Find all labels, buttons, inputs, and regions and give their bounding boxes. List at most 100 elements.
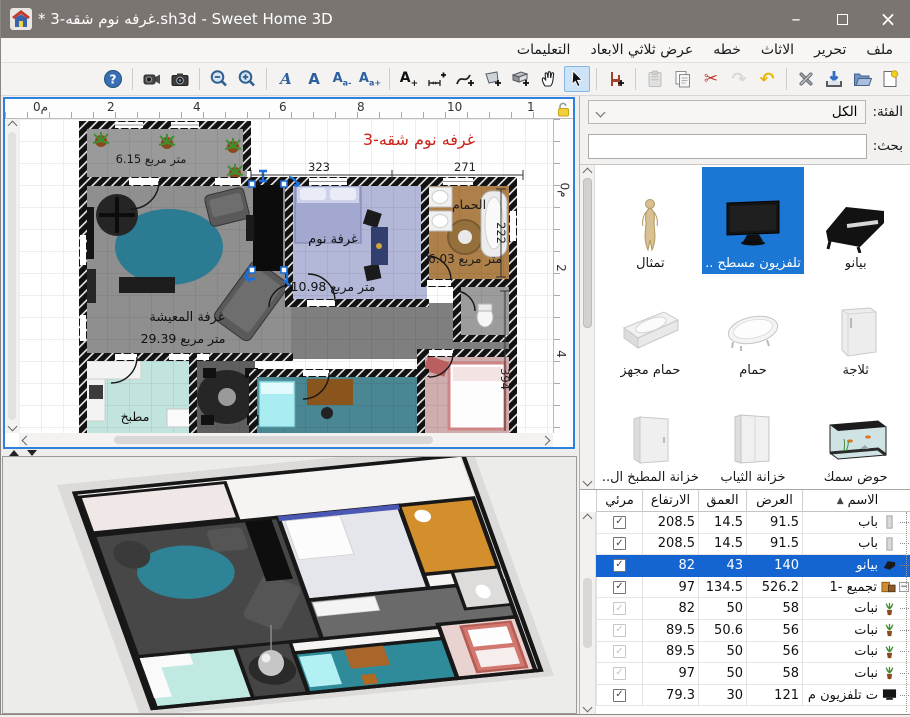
- visible-checkbox[interactable]: ✓: [613, 516, 626, 529]
- scroll-down-icon[interactable]: [7, 422, 17, 432]
- toolbar-open-button[interactable]: [849, 66, 875, 92]
- menu-edit[interactable]: تحرير: [804, 40, 856, 60]
- toolbar-preferences-button[interactable]: [793, 66, 819, 92]
- bedroom-label[interactable]: غرفة نوم: [308, 232, 358, 247]
- scroll-thumb[interactable]: [583, 178, 592, 328]
- catalog-item-wardrobe[interactable]: خزانة الثياب: [702, 381, 805, 488]
- collapse-down-icon[interactable]: [27, 450, 37, 456]
- menu-furniture[interactable]: الاثاث: [751, 40, 804, 60]
- visible-checkbox[interactable]: ✓: [613, 667, 626, 680]
- column-header-visible[interactable]: مرئي: [596, 490, 642, 512]
- visible-checkbox[interactable]: ✓: [613, 602, 626, 615]
- toolbar-help-button[interactable]: ?: [100, 66, 126, 92]
- toolbar-create-walls-button[interactable]: [508, 66, 534, 92]
- toolbar-create-polylines-button[interactable]: [452, 66, 478, 92]
- split-pane-divider[interactable]: [1, 449, 578, 456]
- furniture-row[interactable]: ✓825058نبات: [596, 598, 910, 620]
- living-area-label[interactable]: 29.39 متر مربع: [141, 331, 226, 347]
- living-room-label[interactable]: غرفة المعيشة: [149, 310, 224, 325]
- toolbar-create-video-button[interactable]: [139, 66, 165, 92]
- toolbar-increase-text-size-button[interactable]: Aa+: [357, 66, 383, 92]
- furniture-row[interactable]: ✓89.550.656نبات: [596, 620, 910, 642]
- scroll-right-icon[interactable]: [541, 435, 551, 445]
- toolbar-undo-button[interactable]: ↶: [754, 66, 780, 92]
- furniture-row[interactable]: ✓975058نبات: [596, 663, 910, 685]
- toolbar-pan-button[interactable]: [536, 66, 562, 92]
- visible-checkbox[interactable]: ✓: [613, 624, 626, 637]
- toolbar-create-rooms-button[interactable]: [480, 66, 506, 92]
- plan-view[interactable]: م02468101 م024: [3, 97, 575, 449]
- scroll-left-icon[interactable]: [22, 435, 32, 445]
- toolbar-add-text-button[interactable]: A+: [396, 66, 422, 92]
- menu-3d-view[interactable]: عرض ثلاثي الابعاد: [580, 40, 703, 60]
- toolbar-italic-button[interactable]: A: [273, 66, 299, 92]
- plan-vertical-scrollbar[interactable]: [5, 119, 19, 433]
- scroll-thumb[interactable]: [8, 132, 16, 420]
- plan-canvas[interactable]: 3-غرفه نوم شقه 323 271 222 394 6.15 متر …: [19, 119, 553, 433]
- collapse-up-icon[interactable]: [9, 450, 19, 456]
- catalog-item-tv[interactable]: تلفزيون مسطح ..: [702, 167, 805, 274]
- furniture-row[interactable]: ✓89.55056نبات: [596, 642, 910, 664]
- menu-help[interactable]: التعليمات: [507, 40, 581, 60]
- catalog-item-kitchen-cabinet[interactable]: خزانة المطبخ ال..: [599, 381, 702, 488]
- bedroom-area-label[interactable]: 10.98 متر مربع: [291, 279, 376, 295]
- balcony-area-label[interactable]: 6.15 متر مربع: [116, 152, 187, 167]
- bathroom-label[interactable]: الحمام: [452, 197, 486, 212]
- toolbar-decrease-text-size-button[interactable]: Aa-: [329, 66, 355, 92]
- toolbar-new-button[interactable]: [877, 66, 903, 92]
- collapse-group-toggle[interactable]: −: [899, 582, 909, 592]
- scroll-down-icon[interactable]: [583, 703, 593, 713]
- visible-checkbox[interactable]: ✓: [613, 559, 626, 572]
- toolbar-select-button[interactable]: [564, 66, 590, 92]
- close-button[interactable]: ×: [865, 0, 910, 38]
- dim-323[interactable]: 323: [308, 160, 330, 174]
- table-scrollbar[interactable]: [580, 512, 596, 714]
- kitchen-label[interactable]: مطبخ: [121, 409, 150, 424]
- furniture-row[interactable]: ✓8243140بيانو: [596, 555, 910, 577]
- column-header-height[interactable]: الارتفاع: [642, 490, 698, 512]
- toolbar-cut-button[interactable]: ✂: [698, 66, 724, 92]
- toolbar-copy-button[interactable]: [670, 66, 696, 92]
- furniture-row[interactable]: ✓79.330121ت تلفزيون م: [596, 685, 910, 707]
- bathroom-area-label[interactable]: 6.03 متر مربع: [428, 252, 502, 267]
- menu-plan[interactable]: خطه: [703, 40, 751, 60]
- column-header-width[interactable]: العرض: [746, 490, 802, 512]
- toolbar-add-furniture-button[interactable]: [603, 66, 629, 92]
- furniture-row[interactable]: ✓208.514.591.5باب: [596, 512, 910, 534]
- visible-checkbox[interactable]: ✓: [613, 537, 626, 550]
- toolbar-zoom-out-button[interactable]: [206, 66, 232, 92]
- scroll-up-icon[interactable]: [582, 168, 592, 178]
- furniture-row[interactable]: ✓97134.5526.2−تجميع -1: [596, 577, 910, 599]
- toolbar-bold-button[interactable]: A: [301, 66, 327, 92]
- scroll-thumb[interactable]: [114, 436, 433, 444]
- visible-checkbox[interactable]: ✓: [613, 581, 626, 594]
- menu-file[interactable]: ملف: [856, 40, 903, 60]
- visible-checkbox[interactable]: ✓: [613, 689, 626, 702]
- visible-checkbox[interactable]: ✓: [613, 645, 626, 658]
- toolbar-create-dimensions-button[interactable]: [424, 66, 450, 92]
- column-header-depth[interactable]: العمق: [698, 490, 746, 512]
- scroll-thumb[interactable]: [583, 578, 592, 648]
- catalog-item-mannequin[interactable]: تمثال: [599, 167, 702, 274]
- plan-title[interactable]: 3-غرفه نوم شقه: [363, 130, 475, 150]
- dim-271[interactable]: 271: [454, 160, 476, 174]
- maximize-button[interactable]: [819, 0, 865, 38]
- catalog-item-aquarium[interactable]: حوض سمك: [804, 381, 907, 488]
- scroll-up-icon[interactable]: [583, 514, 593, 524]
- catalog-item-bathtub[interactable]: حمام: [702, 274, 805, 381]
- toolbar-redo-button[interactable]: ↷: [726, 66, 752, 92]
- toolbar-paste-button[interactable]: [642, 66, 668, 92]
- toolbar-save-button[interactable]: [821, 66, 847, 92]
- minimize-button[interactable]: –: [773, 0, 819, 38]
- dim-222[interactable]: 222: [494, 222, 508, 244]
- furniture-row[interactable]: ✓208.514.591.5باب: [596, 534, 910, 556]
- plan-horizontal-scrollbar[interactable]: [19, 433, 553, 447]
- dim-394[interactable]: 394: [498, 368, 512, 390]
- catalog-item-piano[interactable]: بيانو: [804, 167, 907, 274]
- scroll-up-icon[interactable]: [7, 121, 17, 131]
- view-3d[interactable]: [2, 456, 577, 714]
- column-header-name[interactable]: الاسم ▲: [802, 490, 910, 512]
- catalog-item-fridge[interactable]: ثلاجة: [804, 274, 907, 381]
- catalog-item-bathtub-rect[interactable]: حمام مجهز: [599, 274, 702, 381]
- search-input[interactable]: [588, 134, 867, 159]
